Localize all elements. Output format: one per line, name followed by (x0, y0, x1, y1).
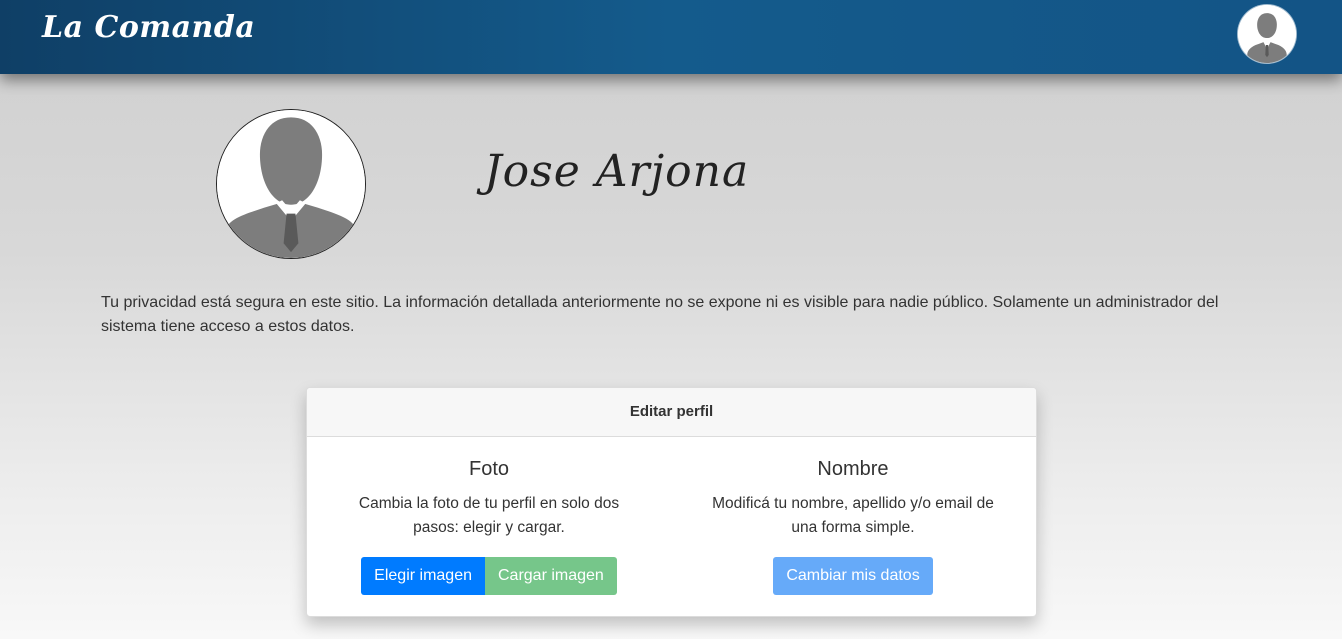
privacy-notice: Tu privacidad está segura en este sitio.… (101, 294, 1219, 335)
change-data-button[interactable]: Cambiar mis datos (773, 557, 933, 595)
upload-image-button[interactable]: Cargar imagen (485, 557, 617, 595)
profile-name: Jose Arjona (484, 146, 750, 197)
navbar: La Comanda (0, 0, 1342, 74)
name-description: Modificá tu nombre, apellido y/o email d… (712, 495, 994, 536)
name-section: Nombre Modificá tu nombre, apellido y/o … (671, 437, 1035, 595)
photo-button-group: Elegir imagen Cargar imagen (361, 557, 617, 595)
user-silhouette-icon (217, 110, 365, 258)
choose-image-button[interactable]: Elegir imagen (361, 557, 485, 595)
photo-description: Cambia la foto de tu perfil en solo dos … (358, 495, 620, 536)
card-title: Editar perfil (307, 388, 1036, 437)
name-heading: Nombre (817, 458, 889, 480)
photo-heading: Foto (468, 458, 510, 480)
brand-logo[interactable]: La Comanda (42, 10, 255, 45)
user-avatar-button[interactable] (1238, 5, 1296, 63)
photo-section: Foto Cambia la foto de tu perfil en solo… (307, 437, 671, 595)
edit-profile-card: Editar perfil Foto Cambia la foto de tu … (306, 387, 1037, 617)
profile-avatar (216, 109, 366, 259)
user-silhouette-icon (1238, 5, 1296, 63)
